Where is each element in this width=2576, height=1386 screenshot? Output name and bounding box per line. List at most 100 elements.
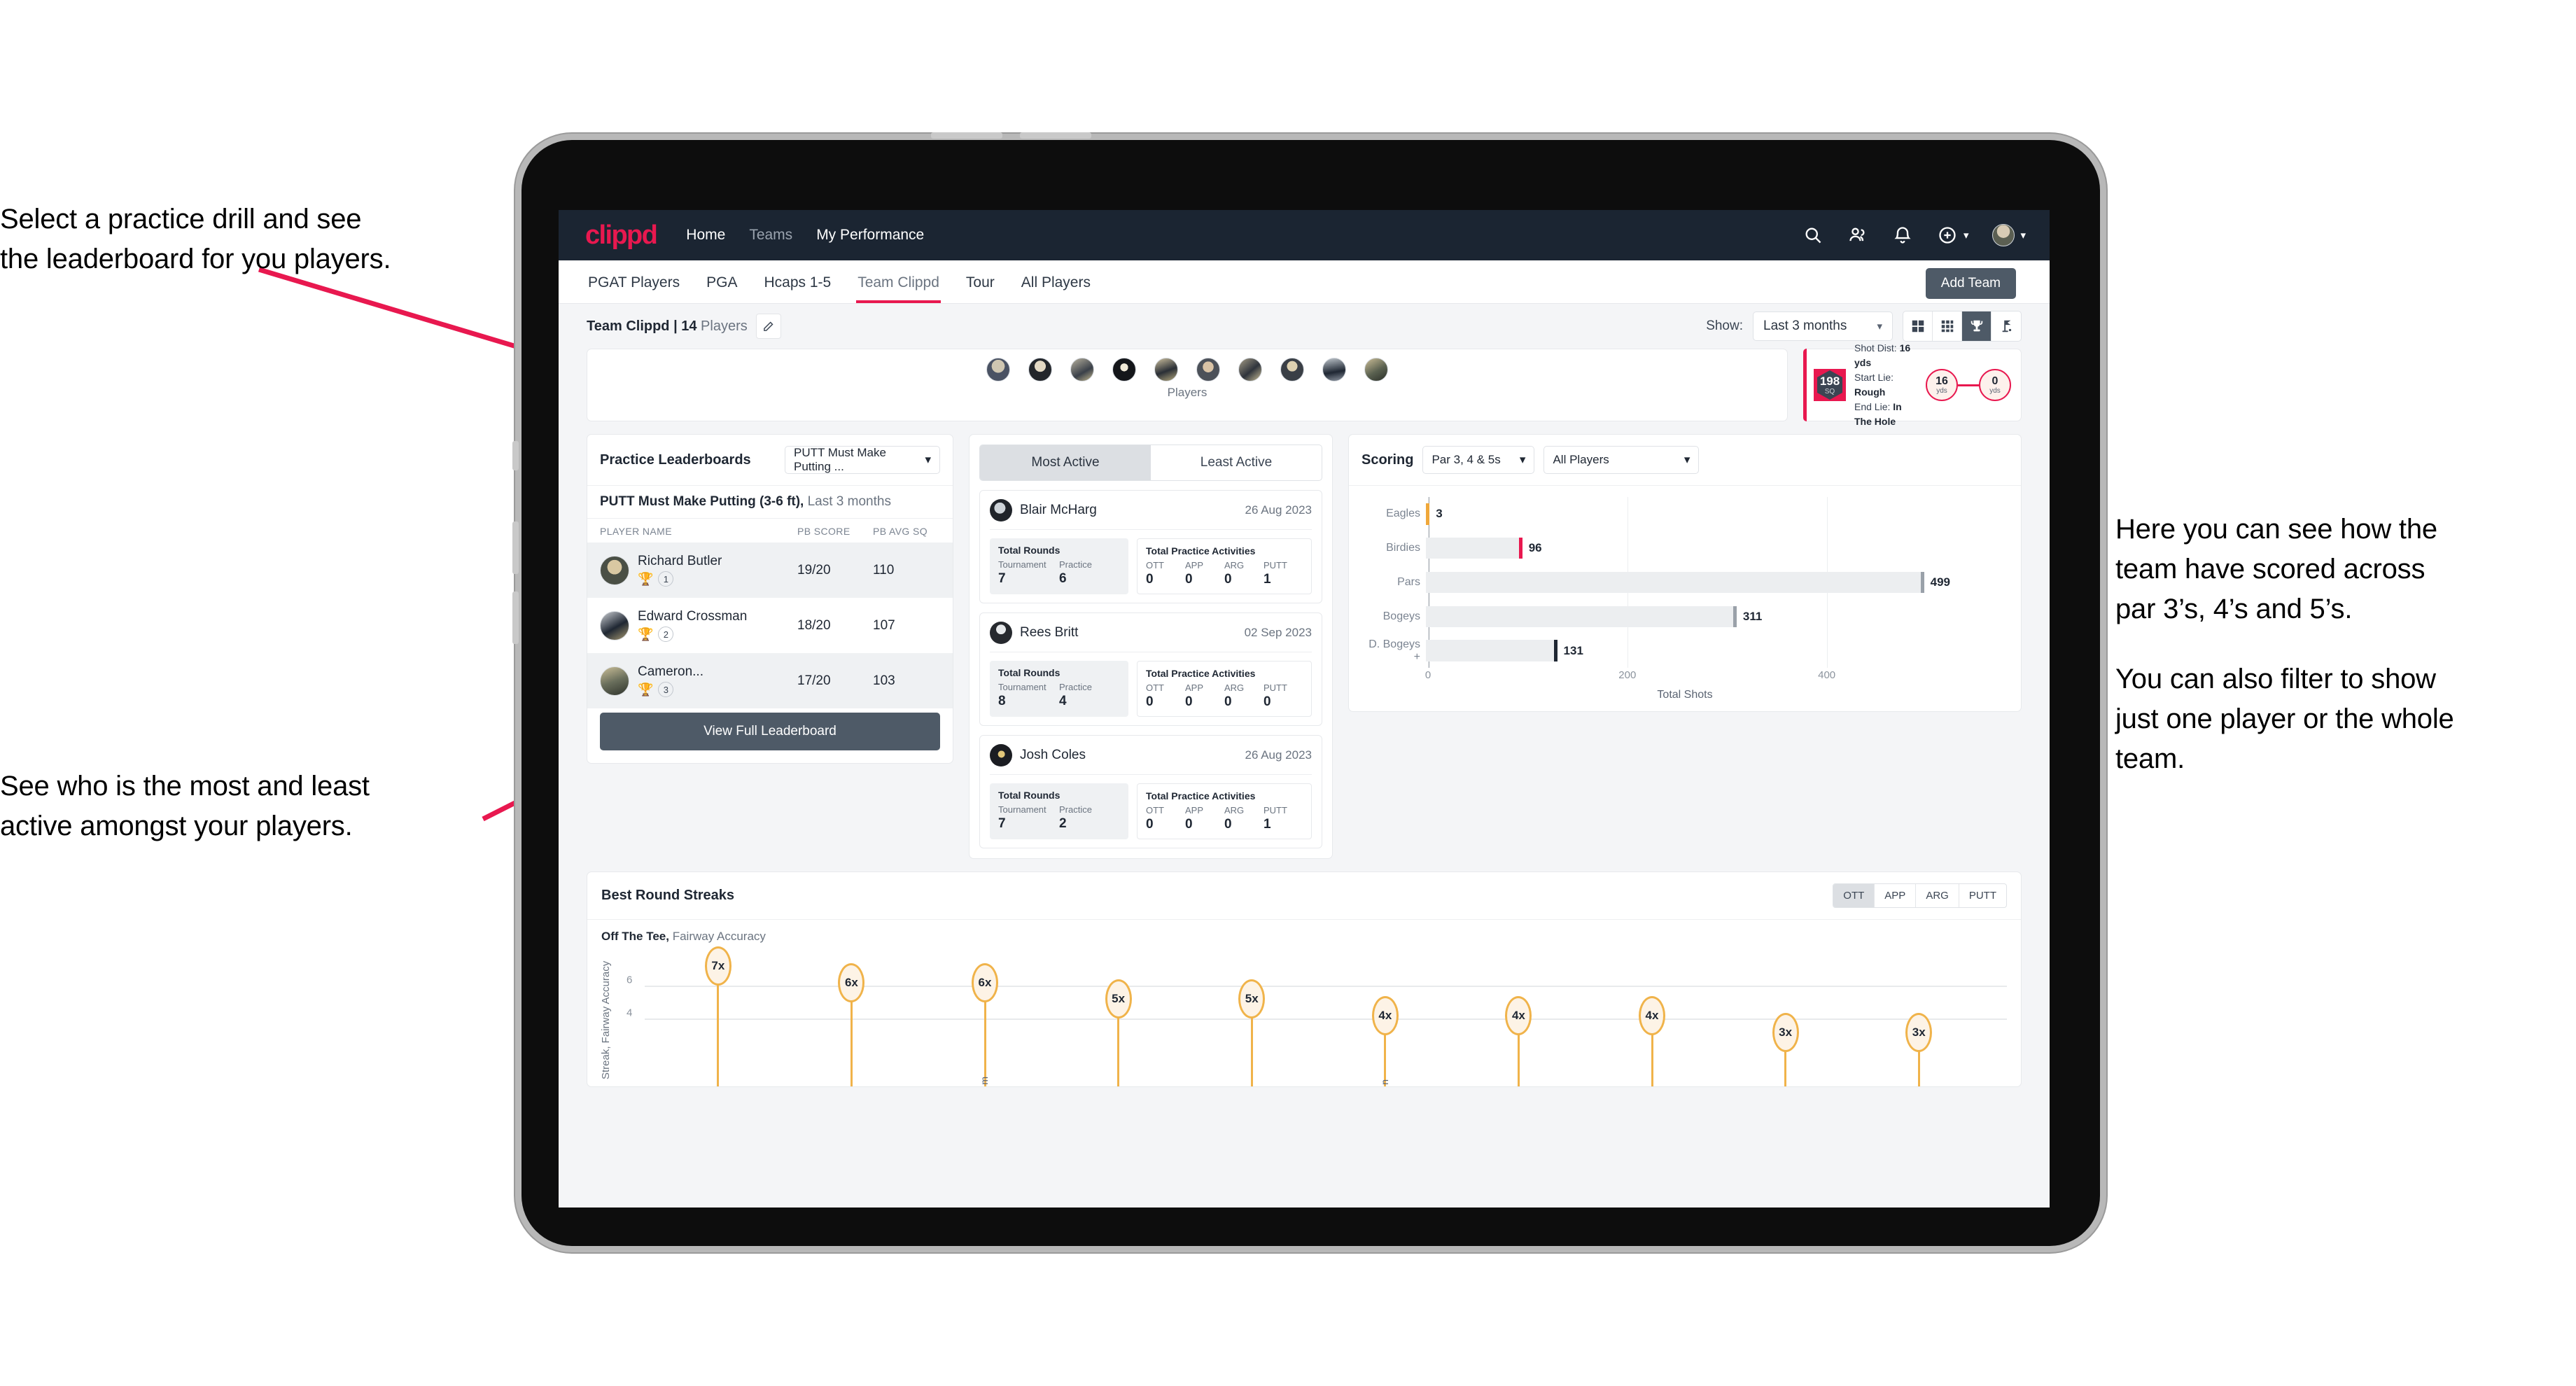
add-team-button[interactable]: Add Team [1925,268,2016,299]
top-navigation-bar: clippd Home Teams My Performance ▾ ▾ [559,210,2050,260]
side-button-1 [512,441,519,470]
practice-label: Practice [1059,559,1092,570]
streak-bubble[interactable]: 3x [1772,1012,1799,1052]
players-caption: Players [1167,386,1208,399]
avatar[interactable] [1238,358,1262,382]
nav-link-my-performance[interactable]: My Performance [816,227,924,244]
streak-tab-ott[interactable]: OTT [1833,884,1875,907]
best-round-streaks-panel: Best Round Streaks OTT APP ARG PUTT Off … [587,872,2022,1087]
streak-tab-arg[interactable]: ARG [1916,884,1959,907]
streak-bubble[interactable]: 7x [704,946,732,986]
x-axis-tick-label: 0 [1424,669,1432,681]
avatar[interactable] [1112,358,1136,382]
bar-row: Eagles 3 [1362,503,2008,525]
putt-label: PUTT [1264,805,1287,816]
avatar[interactable] [1992,224,2015,246]
player-filter-select[interactable]: All Players ▾ [1544,446,1700,474]
nav-link-home[interactable]: Home [686,227,725,244]
bar-track: 96 [1426,538,2008,559]
total-rounds-box: Total Rounds Tournament 7 Practice [990,538,1128,594]
total-practice-title: Total Practice Activities [1146,545,1256,556]
add-menu[interactable]: ▾ [1937,225,1968,246]
streak-bubble[interactable]: 4x [1371,996,1399,1035]
user-menu[interactable]: ▾ [1992,224,2026,246]
pb-avg-value: 110 [873,562,895,578]
streak-stem [717,969,720,1086]
avatar[interactable] [1364,358,1388,382]
view-golf-flag-button[interactable] [1991,312,2021,341]
list-item[interactable]: Blair McHarg 26 Aug 2023 Total Rounds To… [979,490,1322,603]
bar-track: 3 [1426,503,2008,525]
view-full-leaderboard-button[interactable]: View Full Leaderboard [600,713,940,750]
app-screen: clippd Home Teams My Performance ▾ ▾ PGA… [559,210,2050,1208]
view-grid-small-button[interactable] [1933,312,1962,341]
shot-quality-unit: SQ [1824,388,1835,396]
avatar[interactable] [986,358,1010,382]
avatar[interactable] [1154,358,1178,382]
par-filter-select[interactable]: Par 3, 4 & 5s ▾ [1422,446,1535,474]
tab-all-players[interactable]: All Players [1020,262,1092,302]
streaks-subtitle: Off The Tee, Fairway Accuracy [587,919,2021,944]
streak-bubble[interactable]: 3x [1905,1012,1933,1052]
activity-card-body: Total Rounds Tournament 7 Practice [990,538,1312,594]
avatar[interactable] [1322,358,1346,382]
streak-bubble[interactable]: 4x [1639,996,1666,1035]
total-rounds-values: Tournament 7 Practice 2 [998,804,1120,832]
avatar[interactable] [1028,358,1052,382]
player-cell: Cameron... 🏆 3 [638,664,797,697]
app-logo[interactable]: clippd [585,220,658,251]
ott-value: 0 [1146,572,1154,587]
tab-hcaps-1-5[interactable]: Hcaps 1-5 [762,262,832,302]
tab-least-active[interactable]: Least Active [1151,445,1322,480]
avatar[interactable] [1280,358,1304,382]
view-trophy-button[interactable] [1962,312,1991,341]
annotation-line: par 3’s, 4’s and 5’s. [2115,593,2353,624]
table-row[interactable]: Richard Butler 🏆 1 19/20 110 [587,542,953,598]
tab-tour[interactable]: Tour [965,262,996,302]
search-icon[interactable] [1802,225,1823,246]
streaks-subtitle-bold: Off The Tee, [601,930,669,943]
tab-most-active[interactable]: Most Active [980,445,1151,480]
putt-value: 0 [1264,694,1271,709]
leaderboard-title: Practice Leaderboards [600,451,751,468]
hexagon-icon: 198 SQ [1816,370,1844,400]
avatar[interactable] [1196,358,1220,382]
streak-tab-putt[interactable]: PUTT [1959,884,2006,907]
tab-team-clippd[interactable]: Team Clippd [856,262,941,303]
chevron-down-icon: ▾ [1519,453,1526,466]
table-row[interactable]: Edward Crossman 🏆 2 18/20 107 [587,598,953,653]
streak-bubble[interactable]: 5x [1105,979,1132,1019]
list-item[interactable]: Rees Britt 02 Sep 2023 Total Rounds Tour… [979,612,1322,726]
table-row[interactable]: Cameron... 🏆 3 17/20 103 [587,653,953,708]
streak-bubble[interactable]: 5x [1238,979,1266,1019]
grid-small-icon [1941,320,1953,332]
streaks-chart: Streak, Fairway Accuracy 4 6 7x 6x 6x m 5x 5x 4x… [600,946,2007,1086]
streak-bubble[interactable]: 6x [838,962,865,1002]
edit-team-button[interactable] [755,314,781,339]
tournament-stat: Tournament 8 [998,682,1059,709]
ott-label: OTT [1146,560,1164,570]
tab-pgat-players[interactable]: PGAT Players [587,262,681,302]
list-item[interactable]: Josh Coles 26 Aug 2023 Total Rounds Tour… [979,735,1322,848]
view-grid-large-button[interactable] [1903,312,1933,341]
nav-link-teams[interactable]: Teams [749,227,792,244]
x-axis-tick-label: 200 [1618,669,1637,681]
ott-label: OTT [1146,682,1164,693]
date-range-select[interactable]: Last 3 months ▾ [1753,312,1893,341]
tournament-label: Tournament [998,682,1046,692]
streak-bubble[interactable]: 4x [1505,996,1532,1035]
putt-stat: PUTT 0 [1264,682,1303,710]
bar-category-label: Bogeys [1382,610,1420,622]
avatar[interactable] [1070,358,1094,382]
plus-circle-icon[interactable] [1937,225,1958,246]
streak-bubble[interactable]: 6x [972,962,999,1002]
activity-date: 26 Aug 2023 [1245,503,1312,517]
bar-category-label: Eagles [1386,507,1420,520]
bell-icon[interactable] [1892,225,1913,246]
drill-select[interactable]: PUTT Must Make Putting ... ▾ [785,446,940,474]
end-distance-unit: yds [1989,386,2001,395]
shot-detail-lines: Shot Dist: 16 yds Start Lie: Rough End L… [1854,341,1917,429]
people-icon[interactable] [1847,225,1868,246]
tab-pga[interactable]: PGA [705,262,738,302]
streak-tab-app[interactable]: APP [1875,884,1917,907]
